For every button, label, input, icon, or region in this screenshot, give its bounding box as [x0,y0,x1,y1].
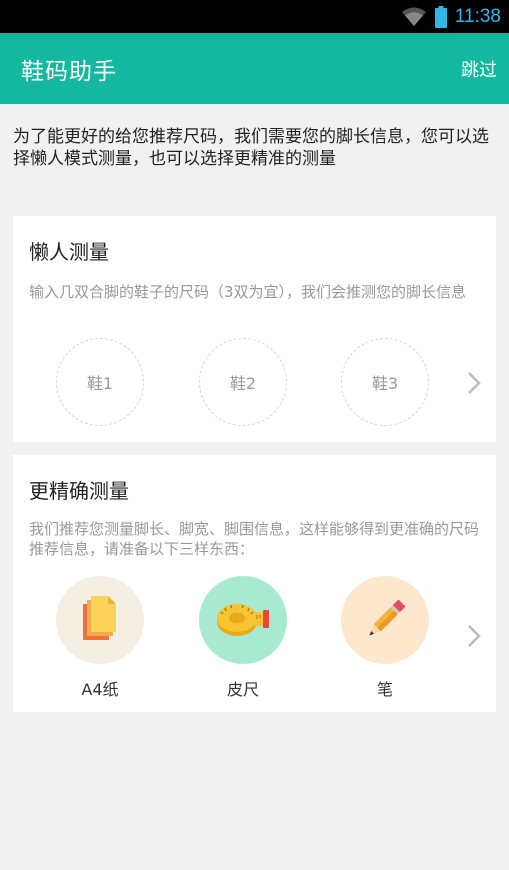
shoe-1-slot[interactable]: 鞋1 [56,338,144,426]
shoe-3-slot[interactable]: 鞋3 [341,338,429,426]
a4-paper-icon [56,576,144,664]
tool-pencil: 笔 [340,576,430,700]
tool-tape-label: 皮尺 [226,680,259,699]
status-time: 11:38 [454,5,501,27]
skip-button[interactable]: 跳过 [461,56,497,82]
lazy-measure-card[interactable]: 懒人测量 输入几双合脚的鞋子的尺码（3双为宜），我们会推测您的脚长信息 鞋1 鞋… [13,216,496,442]
tape-measure-icon [199,576,287,664]
wifi-icon [401,7,426,26]
precise-card-title: 更精确测量 [29,479,129,503]
pencil-icon [341,576,429,664]
app-title: 鞋码助手 [21,58,117,85]
lazy-card-title: 懒人测量 [29,240,109,264]
tool-pencil-label: 笔 [376,680,393,699]
tool-a4-label: A4纸 [81,680,119,699]
precise-next-chevron-icon[interactable] [466,623,482,649]
tool-tape-measure: 皮尺 [198,576,288,700]
status-bar: 11:38 [0,0,509,33]
tool-a4-paper: A4纸 [55,576,145,700]
battery-icon [434,5,447,28]
lazy-next-chevron-icon[interactable] [466,370,482,396]
shoe-2-slot[interactable]: 鞋2 [199,338,287,426]
precise-card-description: 我们推荐您测量脚长、脚宽、脚围信息，这样能够得到更准确的尺码推荐信息，请准备以下… [29,520,480,558]
app-bar: 鞋码助手 跳过 [0,33,509,104]
precise-measure-card[interactable]: 更精确测量 我们推荐您测量脚长、脚宽、脚围信息，这样能够得到更准确的尺码推荐信息… [13,455,496,712]
lazy-card-description: 输入几双合脚的鞋子的尺码（3双为宜），我们会推测您的脚长信息 [29,283,467,301]
intro-text: 为了能更好的给您推荐尺码，我们需要您的脚长信息，您可以选择懒人模式测量，也可以选… [13,127,489,169]
